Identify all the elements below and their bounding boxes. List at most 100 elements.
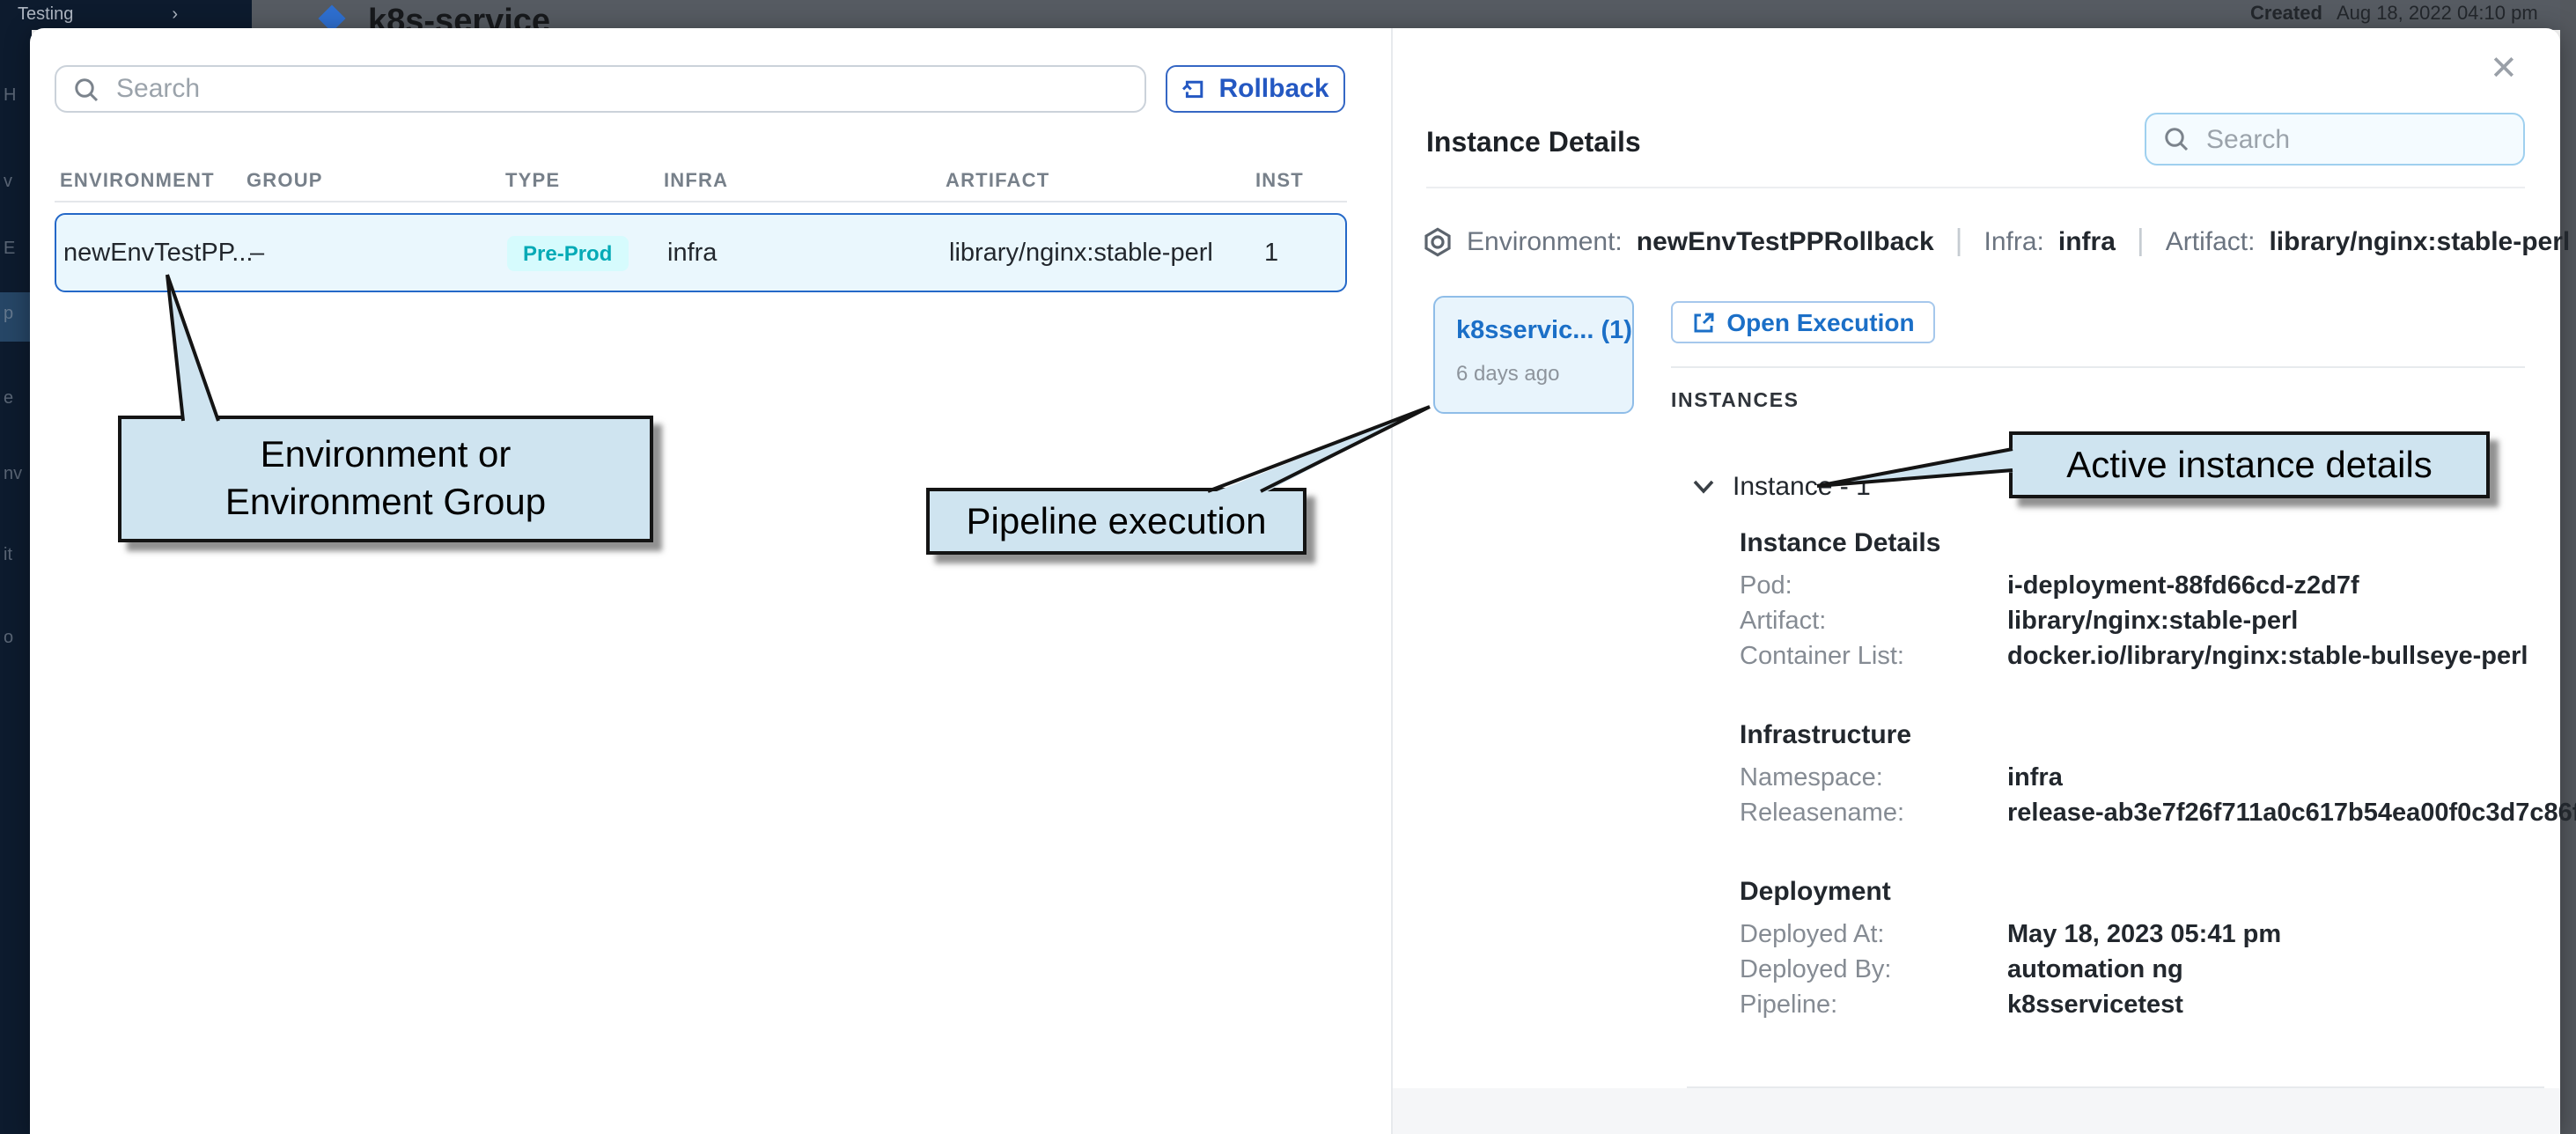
environment-row[interactable]: newEnvTestPP... – Pre-Prod infra library…: [55, 213, 1347, 292]
field-row: Pod:i-deployment-88fd66cd-z2d7f: [1740, 574, 2536, 599]
details-header-divider: [1426, 187, 2525, 188]
breadcrumb[interactable]: Testing: [18, 5, 73, 25]
field-row: Deployed At:May 18, 2023 05:41 pm: [1740, 923, 2536, 947]
field-label: Deployed By:: [1740, 958, 2007, 983]
row-environment: newEnvTestPP...: [63, 239, 254, 267]
field-row: Container List:docker.io/library/nginx:s…: [1740, 644, 2536, 669]
instance-details-content: Instance Details Pod:i-deployment-88fd66…: [1740, 528, 2536, 1069]
field-label: Namespace:: [1740, 766, 2007, 791]
callout-environment: Environment or Environment Group: [118, 416, 653, 542]
callout-pipeline-execution: Pipeline execution: [926, 488, 1306, 555]
chevron-right-icon: ›: [172, 5, 178, 25]
open-execution-button[interactable]: Open Execution: [1671, 301, 1935, 343]
row-group: –: [250, 239, 264, 267]
details-title: Instance Details: [1426, 129, 1641, 160]
field-value: i-deployment-88fd66cd-z2d7f: [2007, 574, 2359, 599]
instance-accordion-toggle[interactable]: Instance - 1: [1692, 472, 1871, 502]
sidebar-item-fragment[interactable]: o: [4, 629, 13, 648]
instance-search: [2145, 113, 2525, 166]
created-value: Aug 18, 2022 04:10 pm: [2337, 4, 2538, 25]
field-row: Namespace:infra: [1740, 766, 2536, 791]
separator: |: [2137, 224, 2145, 259]
rollback-label: Rollback: [1218, 74, 1328, 104]
sidebar-item-fragment[interactable]: E: [4, 239, 15, 259]
column-inst: INST: [1255, 171, 1304, 192]
callout-active-instance: Active instance details: [2009, 431, 2490, 498]
chevron-down-icon: [1692, 479, 1715, 495]
field-label: Pod:: [1740, 574, 2007, 599]
field-row: Artifact:library/nginx:stable-perl: [1740, 609, 2536, 634]
panel-divider: [1391, 28, 1393, 1134]
created-timestamp: Created Aug 18, 2022 04:10 pm: [2250, 4, 2538, 25]
sidebar-item-fragment[interactable]: H: [4, 86, 16, 106]
rollback-button[interactable]: Rollback: [1166, 65, 1345, 113]
execution-age: 6 days ago: [1456, 361, 1632, 386]
section-heading: Infrastructure: [1740, 720, 2536, 750]
environment-icon: [1423, 226, 1453, 256]
artifact-value: library/nginx:stable-perl: [2269, 226, 2570, 256]
search-icon: [74, 77, 99, 101]
search-input[interactable]: [2203, 122, 2560, 156]
rollback-icon: [1181, 77, 1206, 101]
field-value: May 18, 2023 05:41 pm: [2007, 923, 2281, 947]
infra-value: infra: [2058, 226, 2116, 256]
row-artifact: library/nginx:stable-perl: [949, 239, 1213, 267]
field-value: docker.io/library/nginx:stable-bullseye-…: [2007, 644, 2528, 669]
column-environment: ENVIRONMENT: [60, 171, 215, 192]
infra-label: Infra:: [1984, 226, 2044, 256]
page-header-bar: [252, 0, 2576, 30]
field-value: library/nginx:stable-perl: [2007, 609, 2298, 634]
separator: |: [1955, 224, 1963, 259]
details-footer-strip: [1393, 1088, 2560, 1134]
deployment-summary: Environment: newEnvTestPPRollback | Infr…: [1423, 224, 2570, 259]
artifact-label: Artifact:: [2166, 226, 2256, 256]
row-inst-count: 1: [1264, 239, 1278, 267]
search-icon: [2164, 127, 2189, 151]
field-label: Releasename:: [1740, 801, 2007, 826]
field-row: Releasename:release-ab3e7f26f711a0c617b5…: [1740, 801, 2536, 826]
breadcrumb-bar: Testing ›: [0, 0, 252, 30]
field-label: Deployed At:: [1740, 923, 2007, 947]
field-label: Pipeline:: [1740, 993, 2007, 1018]
screen: Testing › k8s-service CreatedAug 18, 202…: [0, 0, 2576, 1134]
section-heading: Instance Details: [1740, 528, 2536, 558]
sidebar-item-fragment[interactable]: v: [4, 173, 12, 192]
field-row: Deployed By:automation ng: [1740, 958, 2536, 983]
column-group: GROUP: [247, 171, 323, 192]
column-type: TYPE: [505, 171, 560, 192]
field-value: release-ab3e7f26f711a0c617b54ea00f0c3d7c…: [2007, 801, 2576, 826]
sidebar-item-fragment[interactable]: it: [4, 546, 12, 565]
instance-title: Instance - 1: [1733, 472, 1871, 502]
search-input[interactable]: [113, 72, 1127, 106]
column-artifact: ARTIFACT: [946, 171, 1049, 192]
field-value: infra: [2007, 766, 2063, 791]
row-infra: infra: [667, 239, 717, 267]
instance-details-section: Instance Details Pod:i-deployment-88fd66…: [1740, 528, 2536, 669]
sidebar-item-fragment[interactable]: p: [4, 305, 13, 324]
column-infra: INFRA: [664, 171, 728, 192]
background-right-edge: [2560, 0, 2576, 1134]
preprod-badge: Pre-Prod: [507, 235, 628, 270]
field-row: Pipeline:k8sservicetest: [1740, 993, 2536, 1018]
instances-heading: INSTANCES: [1671, 391, 1800, 412]
table-header-divider: [55, 201, 1347, 202]
environment-label: Environment:: [1467, 226, 1623, 256]
created-label: Created: [2250, 4, 2322, 25]
pipeline-execution-card[interactable]: k8sservic... (1) 6 days ago: [1433, 296, 1634, 414]
external-link-icon: [1691, 311, 1714, 334]
field-value: automation ng: [2007, 958, 2183, 983]
field-label: Artifact:: [1740, 609, 2007, 634]
execution-divider: [1671, 366, 2525, 368]
environment-value: newEnvTestPPRollback: [1637, 226, 1934, 256]
field-label: Container List:: [1740, 644, 2007, 669]
section-heading: Deployment: [1740, 877, 2536, 907]
sidebar-item-fragment[interactable]: nv: [4, 465, 22, 484]
open-execution-label: Open Execution: [1726, 308, 1914, 336]
execution-name: k8sservic... (1): [1456, 317, 1632, 345]
deployment-section: Deployment Deployed At:May 18, 2023 05:4…: [1740, 877, 2536, 1018]
instance-bottom-divider: [1687, 1086, 2544, 1088]
close-icon[interactable]: ✕: [2490, 49, 2518, 90]
environment-search: [55, 65, 1146, 113]
nav-sidebar: H v E p e nv it o: [0, 30, 32, 1134]
sidebar-item-fragment[interactable]: e: [4, 389, 13, 409]
